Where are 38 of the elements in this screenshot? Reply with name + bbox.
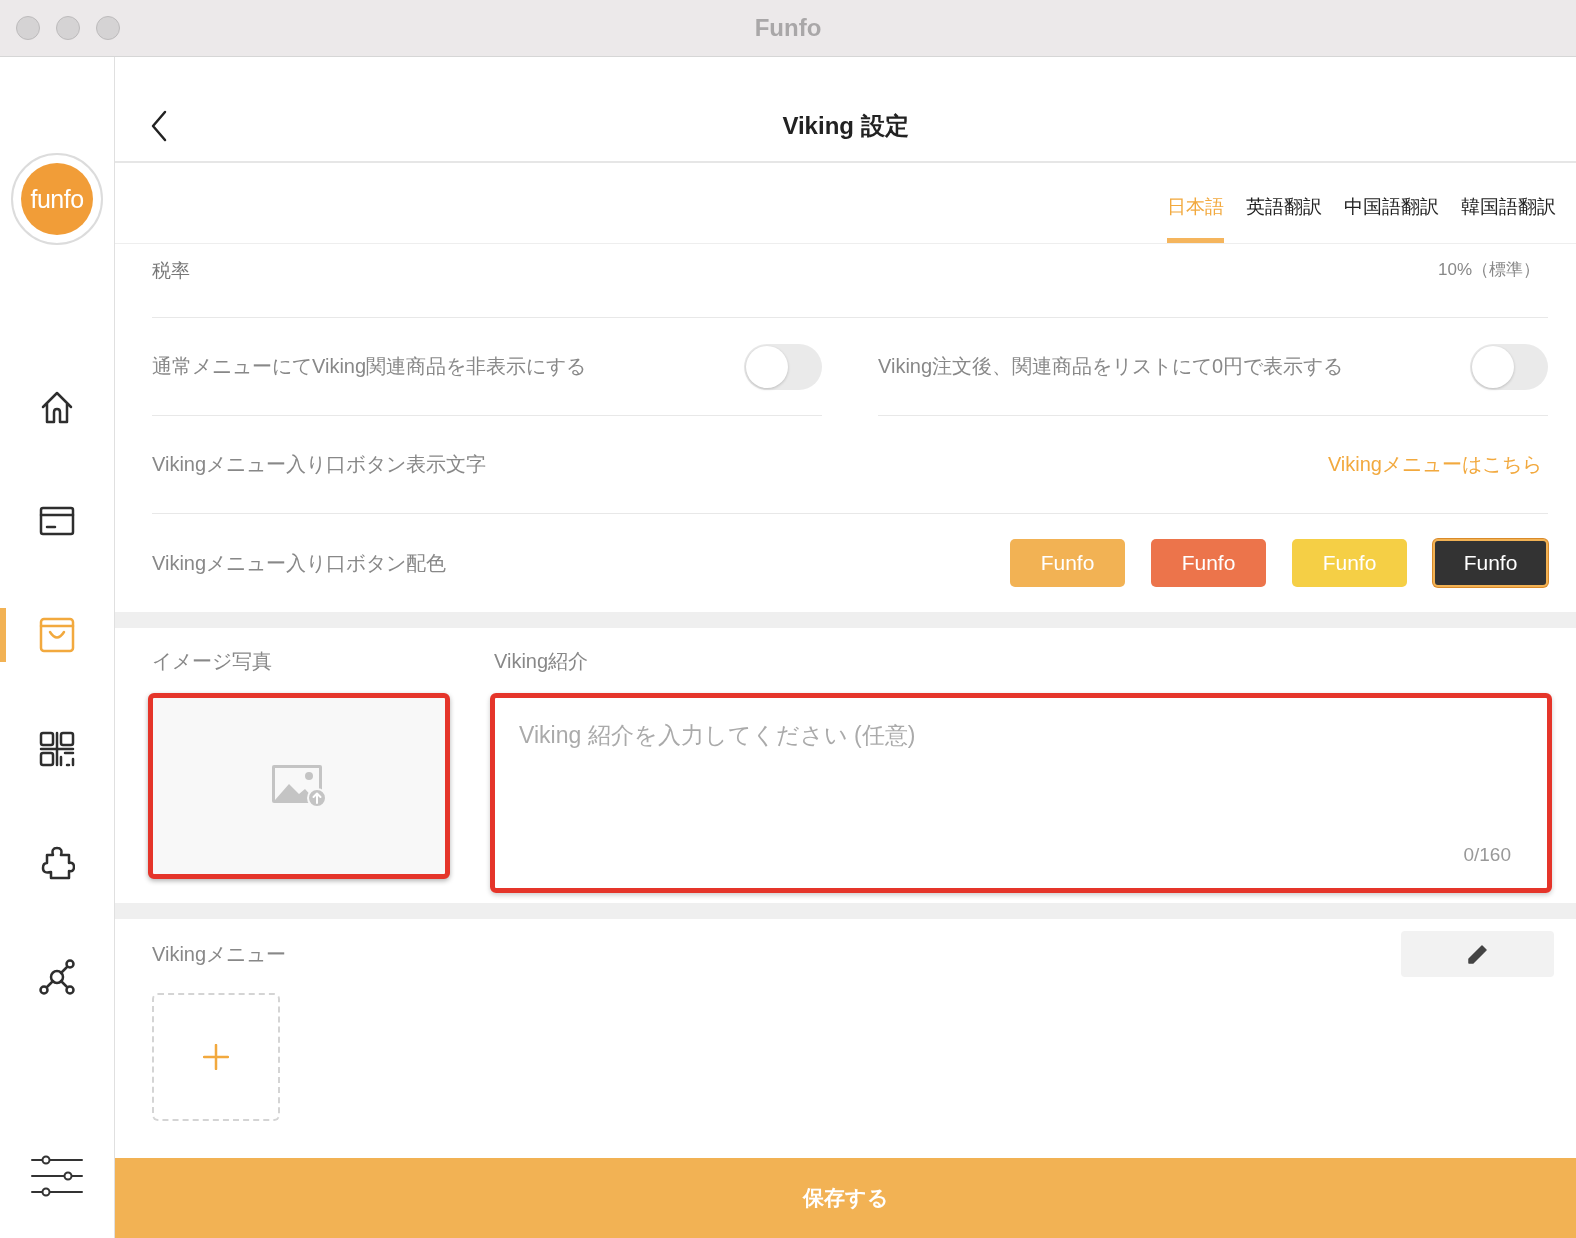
plus-icon (203, 1044, 229, 1070)
edit-button[interactable] (1401, 931, 1554, 977)
image-upload-area[interactable] (148, 693, 450, 879)
language-tab[interactable]: 韓国語翻訳 (1461, 194, 1556, 243)
language-tab[interactable]: 中国語翻訳 (1344, 194, 1439, 243)
setting-label: Vikingメニュー入り口ボタン表示文字 (152, 452, 487, 477)
pencil-icon (1465, 942, 1490, 966)
qr-code-icon[interactable] (39, 731, 75, 767)
viking-menu-label: Vikingメニュー (152, 941, 287, 967)
button-text-link[interactable]: Vikingメニューはこちら (1327, 451, 1542, 478)
puzzle-icon[interactable] (39, 845, 75, 881)
toggle-switch[interactable] (744, 343, 822, 390)
image-label: イメージ写真 (151, 649, 273, 674)
setting-label: Vikingメニュー入り口ボタン配色 (152, 550, 447, 576)
intro-label: Viking紹介 (493, 649, 590, 674)
image-upload-icon (271, 764, 327, 808)
tax-label: 税率 (152, 259, 190, 283)
save-button[interactable]: 保存する (115, 1158, 1576, 1238)
intro-field[interactable]: Viking 紹介を入力してください (任意) 0/160 (490, 693, 1552, 893)
language-tab[interactable]: 英語翻訳 (1246, 194, 1322, 243)
setting-label: Viking注文後、関連商品をリストにて0円で表示する (878, 354, 1344, 379)
color-option-button[interactable]: Funfo (1010, 539, 1125, 587)
home-icon[interactable] (39, 389, 75, 425)
color-option-button[interactable]: Funfo (1151, 539, 1266, 587)
logo: funfo (11, 153, 103, 245)
network-icon[interactable] (39, 959, 75, 995)
color-option-button[interactable]: Funfo (1292, 539, 1407, 587)
tax-value: 10%（標準） (1437, 259, 1540, 281)
page-title: Viking 設定 (782, 111, 909, 141)
language-tab[interactable]: 日本語 (1167, 194, 1224, 243)
intro-text-field[interactable]: Viking 紹介を入力してください (任意) (519, 720, 1523, 820)
window-title: Funfo (754, 14, 822, 42)
color-option-button[interactable]: Funfo (1433, 539, 1548, 587)
settings-icon[interactable] (30, 1154, 84, 1198)
character-counter: 0/160 (1463, 844, 1511, 866)
setting-label: 通常メニューにてViking関連商品を非表示にする (152, 354, 587, 379)
back-icon[interactable] (149, 109, 169, 143)
toggle-switch[interactable] (1470, 343, 1548, 390)
